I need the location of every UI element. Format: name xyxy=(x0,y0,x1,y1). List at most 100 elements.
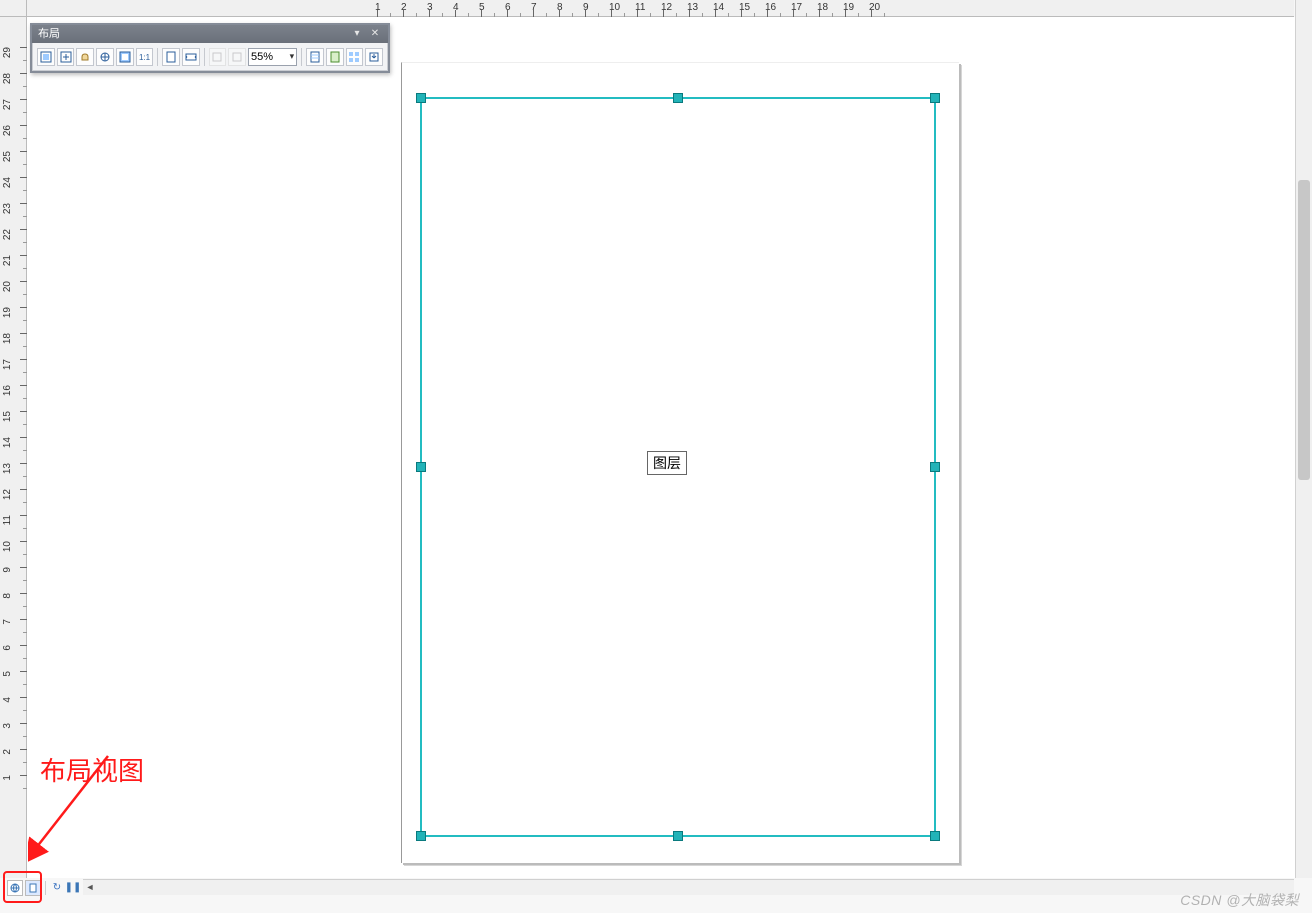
pan-hand-button[interactable] xyxy=(76,48,94,66)
panel-close-icon[interactable]: ✕ xyxy=(368,28,382,41)
disabled-button-2 xyxy=(228,48,246,66)
scroll-left-icon[interactable]: ◄ xyxy=(83,880,97,894)
ruler-tick: 26 xyxy=(0,125,27,151)
ruler-tick: 10 xyxy=(611,0,637,17)
panel-menu-icon[interactable]: ▾ xyxy=(350,28,364,41)
full-extent-icon xyxy=(99,51,111,63)
zoom-selected-button[interactable] xyxy=(116,48,134,66)
toolbar-separator xyxy=(157,48,158,66)
grid-options-button[interactable] xyxy=(346,48,364,66)
ruler-tick: 15 xyxy=(0,411,27,437)
handle-bottom-left[interactable] xyxy=(416,831,426,841)
page-icon xyxy=(28,883,38,893)
ruler-tick: 21 xyxy=(0,255,27,281)
ruler-tick: 6 xyxy=(507,0,533,17)
ruler-tick: 2 xyxy=(403,0,429,17)
ruler-tick: 18 xyxy=(0,333,27,359)
ruler-tick: 6 xyxy=(0,645,27,671)
one-to-one-icon: 1:1 xyxy=(138,51,150,63)
ruler-tick: 27 xyxy=(0,99,27,125)
page-setup-button[interactable] xyxy=(326,48,344,66)
pause-icon[interactable]: ❚❚ xyxy=(66,881,80,895)
refresh-icon[interactable]: ↻ xyxy=(50,881,64,895)
handle-bottom-right[interactable] xyxy=(930,831,940,841)
handle-right[interactable] xyxy=(930,462,940,472)
ruler-corner xyxy=(0,0,27,17)
ruler-tick: 13 xyxy=(0,463,27,489)
status-separator xyxy=(45,881,46,895)
ruler-tick: 4 xyxy=(0,697,27,723)
watermark-text: CSDN @大脑袋梨 xyxy=(1180,890,1299,910)
export-icon xyxy=(368,51,380,63)
export-button[interactable] xyxy=(365,48,383,66)
ruler-tick: 25 xyxy=(0,151,27,177)
zoom-value: 55% xyxy=(251,51,273,63)
toolbar-separator xyxy=(204,48,205,66)
handle-top-left[interactable] xyxy=(416,93,426,103)
annotation-text: 布局视图 xyxy=(40,751,144,788)
ruler-tick: 14 xyxy=(0,437,27,463)
ruler-tick: 19 xyxy=(0,307,27,333)
ruler-tick: 10 xyxy=(0,541,27,567)
ruler-tick: 15 xyxy=(741,0,767,17)
ruler-tick: 12 xyxy=(663,0,689,17)
panel-titlebar[interactable]: 布局 ▾ ✕ xyxy=(32,25,388,43)
vertical-scrollbar[interactable] xyxy=(1295,0,1312,878)
ruler-tick: 18 xyxy=(819,0,845,17)
pan-extent-button[interactable] xyxy=(37,48,55,66)
view-switch-area: ↻ ❚❚ xyxy=(7,879,80,896)
ruler-tick: 28 xyxy=(0,73,27,99)
zoom-selected-icon xyxy=(119,51,131,63)
ruler-tick: 20 xyxy=(871,0,897,17)
toggle-guides-icon xyxy=(309,51,321,63)
handle-left[interactable] xyxy=(416,462,426,472)
toggle-guides-button[interactable] xyxy=(306,48,324,66)
ruler-tick: 16 xyxy=(0,385,27,411)
vertical-scroll-thumb[interactable] xyxy=(1298,180,1310,480)
ruler-tick: 13 xyxy=(689,0,715,17)
app-root: 1234567891011121314151617181920 29282726… xyxy=(0,0,1312,913)
ruler-tick: 20 xyxy=(0,281,27,307)
full-extent-button[interactable] xyxy=(96,48,114,66)
ruler-tick: 7 xyxy=(533,0,559,17)
fit-width-icon xyxy=(185,51,197,63)
ruler-tick: 29 xyxy=(0,47,27,73)
grid-options-icon xyxy=(348,51,360,63)
pan-extent-icon xyxy=(40,51,52,63)
fit-page-icon xyxy=(165,51,177,63)
page-setup-icon xyxy=(329,51,341,63)
frame-label: 图层 xyxy=(647,451,687,475)
ruler-tick: 17 xyxy=(793,0,819,17)
layout-view-button[interactable] xyxy=(25,880,41,896)
ruler-tick: 3 xyxy=(0,723,27,749)
horizontal-ruler: 1234567891011121314151617181920 xyxy=(27,0,1294,17)
handle-top-right[interactable] xyxy=(930,93,940,103)
ruler-tick: 1 xyxy=(0,775,27,801)
ruler-tick: 7 xyxy=(0,619,27,645)
layout-toolbar-panel[interactable]: 布局 ▾ ✕ 1:1 xyxy=(30,23,390,73)
ruler-tick: 17 xyxy=(0,359,27,385)
zoom-in-button[interactable] xyxy=(57,48,75,66)
ruler-tick: 4 xyxy=(455,0,481,17)
one-to-one-button[interactable]: 1:1 xyxy=(136,48,154,66)
fit-width-button[interactable] xyxy=(182,48,200,66)
zoom-select[interactable]: 55% xyxy=(248,48,297,66)
svg-text:1:1: 1:1 xyxy=(139,53,150,62)
pan-hand-icon xyxy=(79,51,91,63)
zoom-in-icon xyxy=(60,51,72,63)
ruler-tick: 11 xyxy=(637,0,663,17)
handle-bottom[interactable] xyxy=(673,831,683,841)
handle-top[interactable] xyxy=(673,93,683,103)
data-view-button[interactable] xyxy=(7,880,23,896)
vertical-ruler: 2928272625242322212019181716151413121110… xyxy=(0,17,27,878)
horizontal-scrollbar[interactable]: ◄ xyxy=(83,879,1294,895)
disabled-1-icon xyxy=(211,51,223,63)
fit-page-button[interactable] xyxy=(162,48,180,66)
ruler-tick: 11 xyxy=(0,515,27,541)
layout-canvas[interactable]: 图层 xyxy=(27,17,1295,878)
ruler-tick: 5 xyxy=(0,671,27,697)
disabled-button-1 xyxy=(209,48,227,66)
ruler-tick: 14 xyxy=(715,0,741,17)
ruler-tick: 1 xyxy=(377,0,403,17)
disabled-2-icon xyxy=(231,51,243,63)
